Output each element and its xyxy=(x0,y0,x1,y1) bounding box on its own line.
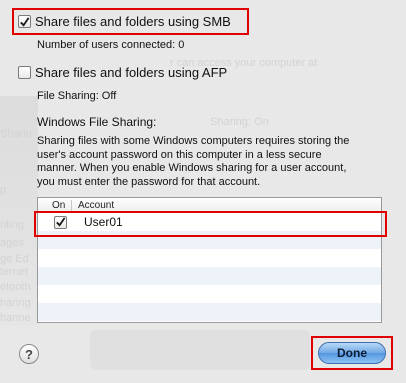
smb-option[interactable]: Share files and folders using SMB xyxy=(18,14,231,29)
checkmark-icon xyxy=(55,217,65,227)
table-row-empty xyxy=(38,249,381,267)
smb-checkbox[interactable] xyxy=(18,15,31,28)
smb-connected-users: Number of users connected: 0 xyxy=(37,39,185,51)
description-line: manner. When you enable Windows sharing … xyxy=(37,162,347,174)
question-mark-icon: ? xyxy=(25,346,33,362)
table-row-empty xyxy=(38,267,381,285)
table-row[interactable]: User01 xyxy=(38,213,381,231)
help-button[interactable]: ? xyxy=(19,344,39,364)
description-line: you must enter the password for that acc… xyxy=(37,175,261,188)
windows-sharing-title: Windows File Sharing: xyxy=(37,115,157,129)
smb-label: Share files and folders using SMB xyxy=(35,14,231,29)
afp-label: Share files and folders using AFP xyxy=(35,65,228,80)
row-on-cell xyxy=(38,215,72,229)
done-button[interactable]: Done xyxy=(318,342,386,364)
table-row-empty xyxy=(38,231,381,249)
afp-option[interactable]: Share files and folders using AFP xyxy=(18,65,227,80)
user01-enable-checkbox[interactable] xyxy=(53,215,67,229)
windows-sharing-description: Sharing files with some Windows computer… xyxy=(37,135,382,189)
description-line: user's account password on this computer… xyxy=(37,148,322,161)
checkmark-icon xyxy=(20,16,30,27)
accounts-table-header: On Account xyxy=(38,198,381,213)
afp-checkbox[interactable] xyxy=(18,66,31,79)
table-row-empty xyxy=(38,285,381,303)
description-line: Sharing files with some Windows computer… xyxy=(37,135,350,147)
afp-status: File Sharing: Off xyxy=(37,90,117,102)
column-header-on[interactable]: On xyxy=(38,199,72,211)
column-header-account[interactable]: Account xyxy=(72,200,114,211)
file-sharing-options-sheet: Share files and folders using SMB Number… xyxy=(0,0,406,383)
table-row-empty xyxy=(38,303,381,321)
accounts-table[interactable]: On Account User01 xyxy=(37,197,382,323)
account-name: User01 xyxy=(84,215,123,229)
